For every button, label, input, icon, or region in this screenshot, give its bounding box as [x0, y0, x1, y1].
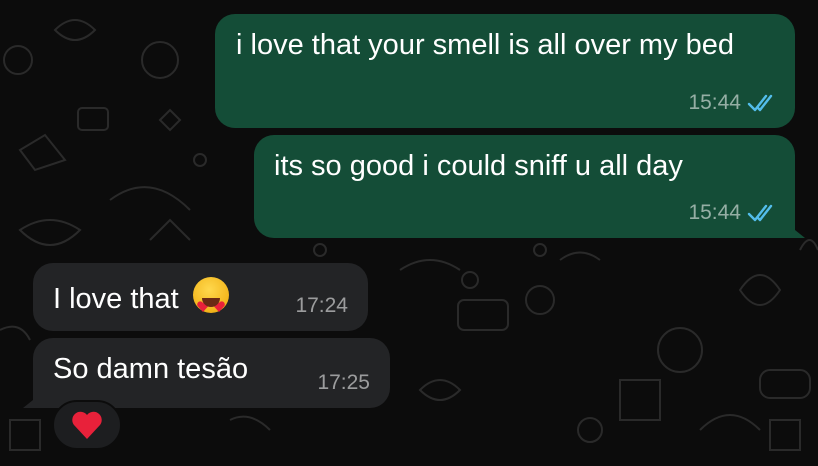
- message-time: 15:44: [688, 201, 741, 225]
- red-heart-emoji: [72, 411, 102, 439]
- message-time: 17:24: [295, 294, 348, 318]
- message-reaction[interactable]: [52, 400, 122, 450]
- message-bubble-outgoing[interactable]: its so good i could sniff u all day 15:4…: [254, 135, 805, 238]
- message-bubble-outgoing[interactable]: i love that your smell is all over my be…: [215, 14, 795, 128]
- message-time: 15:44: [688, 91, 741, 115]
- message-meta: 17:24: [295, 293, 348, 319]
- double-check-icon: [747, 204, 773, 222]
- heart-eyes-emoji: [192, 277, 229, 313]
- message-time: 17:25: [317, 371, 370, 395]
- message-meta: 15:44: [688, 200, 777, 226]
- message-text: i love that your smell is all over my be…: [236, 29, 735, 61]
- message-text: I love that: [53, 283, 179, 315]
- message-bubble-incoming[interactable]: I love that 17:24: [33, 263, 368, 331]
- double-check-icon: [747, 94, 773, 112]
- message-text: its so good i could sniff u all day: [274, 150, 683, 182]
- message-bubble-incoming[interactable]: So damn tesão 17:25: [23, 338, 390, 408]
- bubble-tail: [23, 392, 43, 408]
- bubble-tail: [785, 222, 805, 238]
- message-meta: 17:25: [317, 370, 370, 396]
- message-meta: 15:44: [688, 90, 777, 116]
